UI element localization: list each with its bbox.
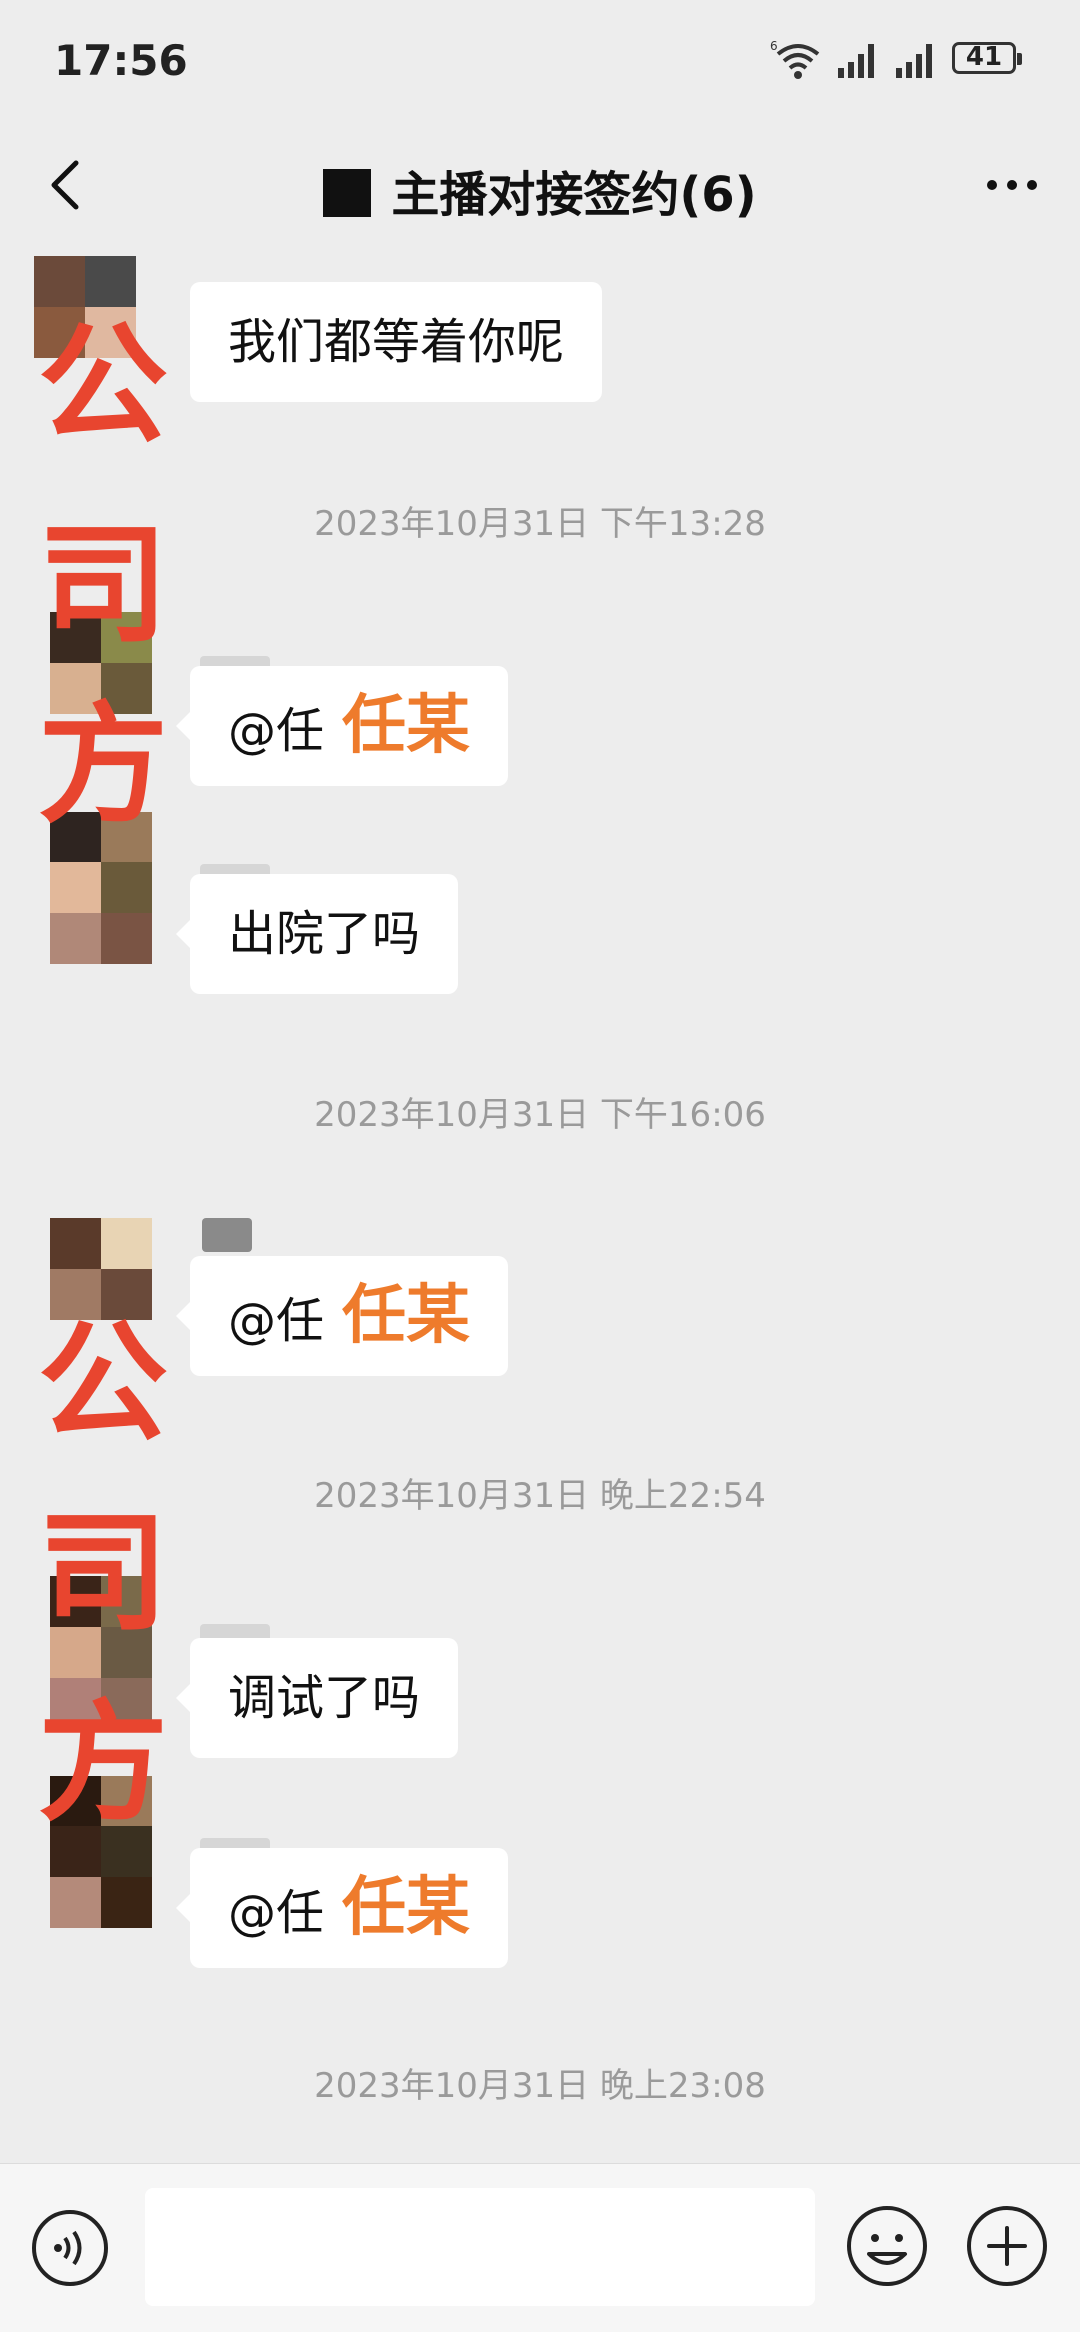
status-bar: 17:56 6 41 (0, 0, 1080, 125)
svg-text:6: 6 (770, 39, 778, 53)
battery-level: 41 (965, 42, 1003, 72)
emoji-icon[interactable] (845, 2204, 929, 2288)
message-bubble[interactable]: @任 任某 (175, 1256, 509, 1376)
overlay-label-char: 司 (38, 1497, 169, 1649)
wifi-icon: 6 (770, 39, 820, 79)
message-text: @任 (228, 1885, 325, 1941)
overlay-label-char: 司 (38, 509, 169, 661)
overlay-label-char: 公 (38, 309, 169, 461)
redacted-name-label: 任某 (342, 689, 471, 763)
message-bubble[interactable]: 出院了吗 (175, 874, 459, 994)
sender-name-blurred (202, 1218, 252, 1252)
message-bubble[interactable]: @任 任某 (175, 666, 509, 786)
message-input[interactable] (145, 2188, 815, 2306)
battery-icon: 41 (952, 42, 1022, 74)
chat-title-area: 主播对接签约(6) (0, 155, 1080, 225)
system-icons: 6 41 (770, 36, 1030, 86)
chat-header: 主播对接签约(6) (0, 125, 1080, 245)
avatar[interactable] (50, 1826, 152, 1928)
redacted-name-label: 任某 (342, 1279, 471, 1353)
plus-icon[interactable] (965, 2204, 1049, 2288)
avatar[interactable] (50, 1218, 152, 1320)
message-timestamp: 2023年10月31日 晚上23:08 (314, 2066, 766, 2106)
message-text: @任 (228, 703, 325, 759)
status-time: 17:56 (54, 36, 188, 85)
overlay-label-char: 方 (38, 1687, 169, 1839)
signal-icon (838, 44, 874, 78)
message-bubble[interactable]: @任 任某 (175, 1848, 509, 1968)
overlay-label-char: 方 (38, 689, 169, 841)
avatar[interactable] (50, 862, 152, 964)
redacted-name-label: 任某 (342, 1871, 471, 1945)
message-timestamp: 2023年10月31日 下午16:06 (314, 1095, 766, 1135)
chat-input-bar (0, 2163, 1080, 2332)
group-avatar-square (323, 169, 372, 217)
message-text: @任 (228, 1293, 325, 1349)
message-bubble[interactable]: 调试了吗 (175, 1638, 459, 1758)
overlay-label-char: 公 (38, 1307, 169, 1459)
signal-icon (896, 44, 932, 78)
message-bubble[interactable]: 我们都等着你呢 (190, 282, 603, 402)
chat-title: 主播对接签约(6) (391, 167, 757, 223)
more-horizontal-icon[interactable] (982, 157, 1042, 213)
voice-icon[interactable] (30, 2208, 110, 2288)
